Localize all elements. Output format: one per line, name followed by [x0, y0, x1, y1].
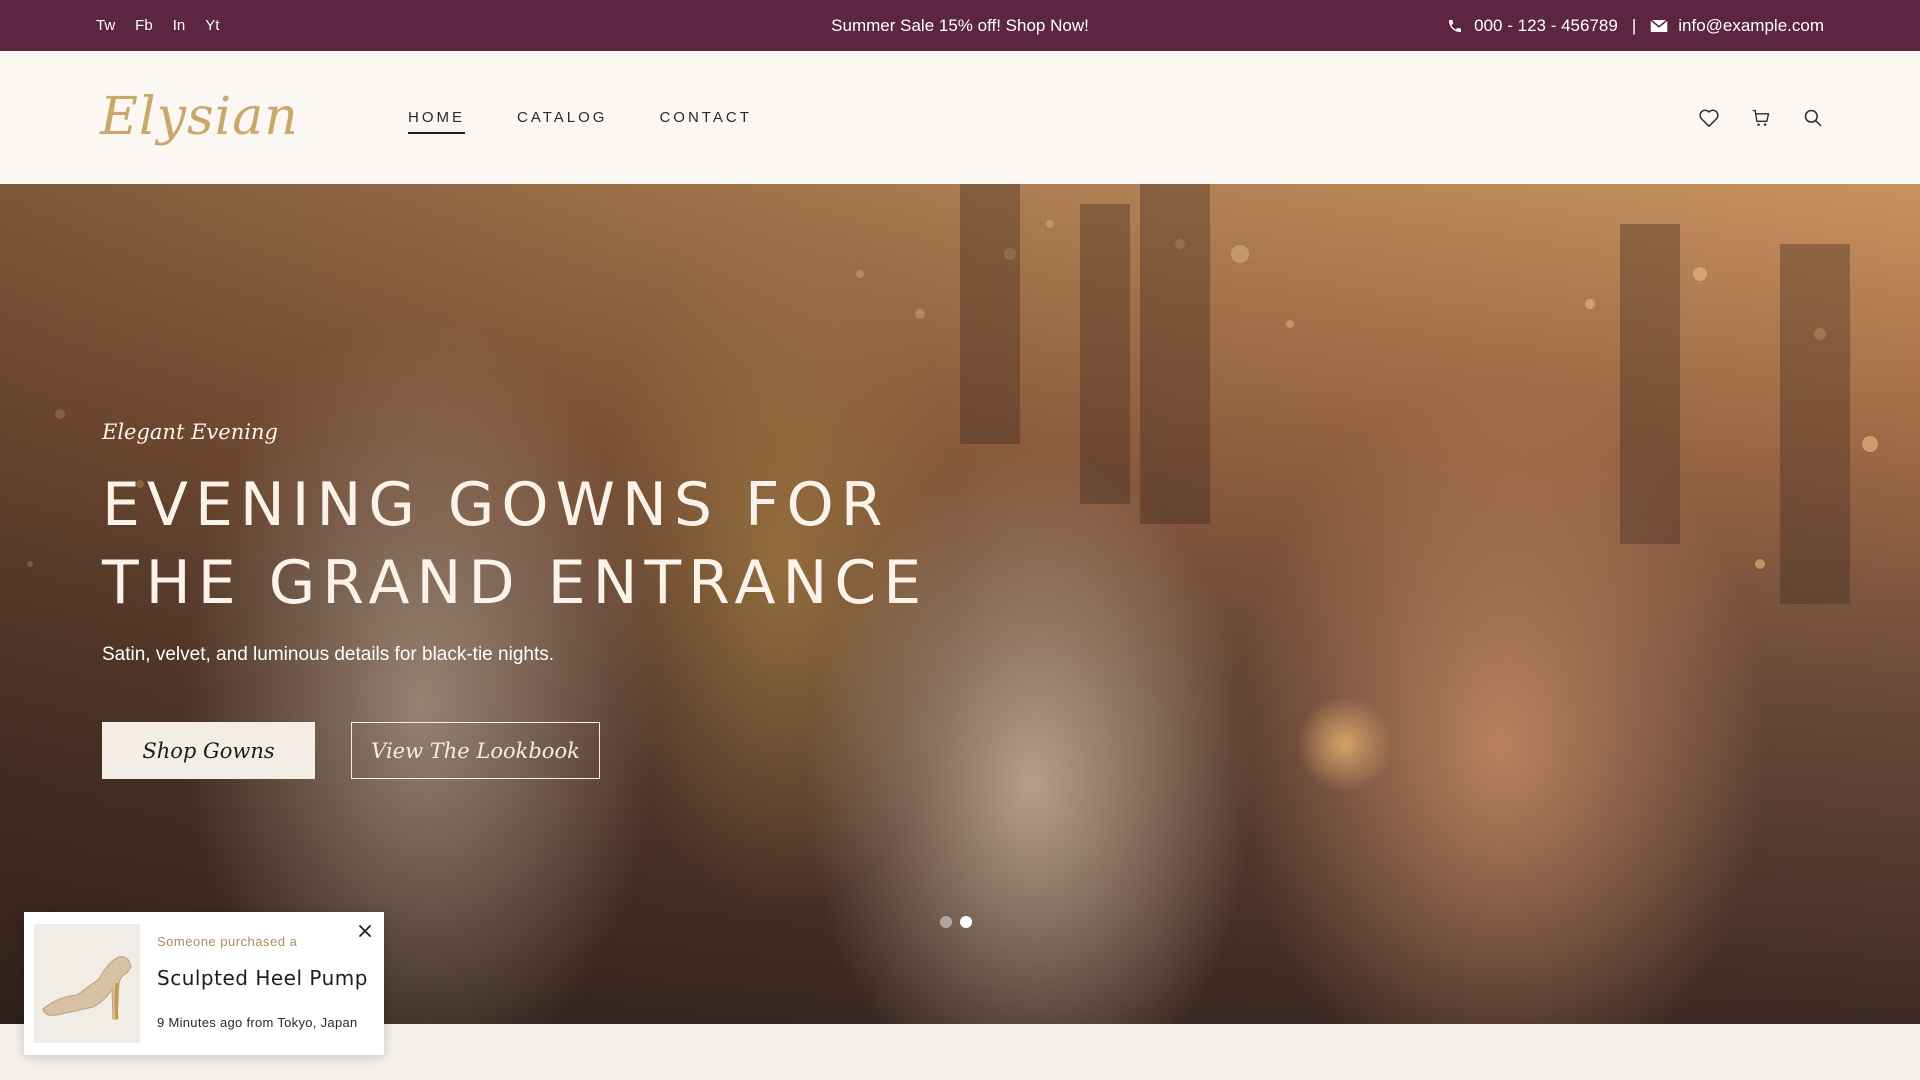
slider-dot-1[interactable]: [940, 916, 952, 928]
social-twitter-link[interactable]: Tw: [96, 17, 115, 34]
main-nav: HOME CATALOG CONTACT: [408, 51, 752, 184]
phone-icon: [1446, 17, 1464, 35]
heart-icon[interactable]: [1698, 107, 1720, 129]
promo-message[interactable]: Summer Sale 15% off! Shop Now!: [831, 16, 1089, 36]
view-lookbook-button[interactable]: View The Lookbook: [351, 722, 600, 779]
mail-icon: [1650, 17, 1668, 35]
shop-gowns-button[interactable]: Shop Gowns: [102, 722, 315, 779]
contact-separator: |: [1631, 15, 1637, 35]
phone-number[interactable]: 000 - 123 - 456789: [1474, 16, 1618, 36]
header-actions: [1698, 51, 1824, 184]
hero-subtitle: Satin, velvet, and luminous details for …: [102, 644, 555, 665]
purchase-notification: Someone purchased a Sculpted Heel Pump 9…: [24, 912, 384, 1055]
slider-dots: [940, 916, 972, 928]
slider-dot-2[interactable]: [960, 916, 972, 928]
site-header: Elysian HOME CATALOG CONTACT: [0, 51, 1920, 184]
announcement-bar: Tw Fb In Yt Summer Sale 15% off! Shop No…: [0, 0, 1920, 51]
hero-eyebrow: Elegant Evening: [102, 420, 278, 444]
hero-title: EVENING GOWNS FOR THE GRAND ENTRANCE: [102, 466, 1002, 622]
social-youtube-link[interactable]: Yt: [205, 17, 219, 34]
site-logo[interactable]: Elysian: [100, 77, 298, 157]
contact-info: 000 - 123 - 456789 | info@example.com: [1446, 0, 1824, 51]
social-links: Tw Fb In Yt: [96, 0, 219, 51]
nav-item-catalog[interactable]: CATALOG: [517, 109, 607, 134]
cart-icon[interactable]: [1750, 107, 1772, 129]
hero-banner: Elegant Evening EVENING GOWNS FOR THE GR…: [0, 184, 1920, 1024]
toast-meta: 9 Minutes ago from Tokyo, Japan: [157, 1015, 358, 1030]
toast-product-name[interactable]: Sculpted Heel Pump: [157, 966, 368, 990]
search-icon[interactable]: [1802, 107, 1824, 129]
toast-eyebrow: Someone purchased a: [157, 934, 298, 949]
email-address[interactable]: info@example.com: [1678, 16, 1824, 36]
nav-item-home[interactable]: HOME: [408, 109, 465, 134]
hero-title-line-1: EVENING GOWNS FOR: [102, 470, 890, 540]
social-linkedin-link[interactable]: In: [173, 17, 186, 34]
product-thumbnail[interactable]: [34, 924, 140, 1043]
close-icon[interactable]: [356, 922, 374, 940]
social-facebook-link[interactable]: Fb: [135, 17, 153, 34]
nav-item-contact[interactable]: CONTACT: [659, 109, 751, 134]
hero-title-line-2: THE GRAND ENTRANCE: [102, 548, 929, 618]
